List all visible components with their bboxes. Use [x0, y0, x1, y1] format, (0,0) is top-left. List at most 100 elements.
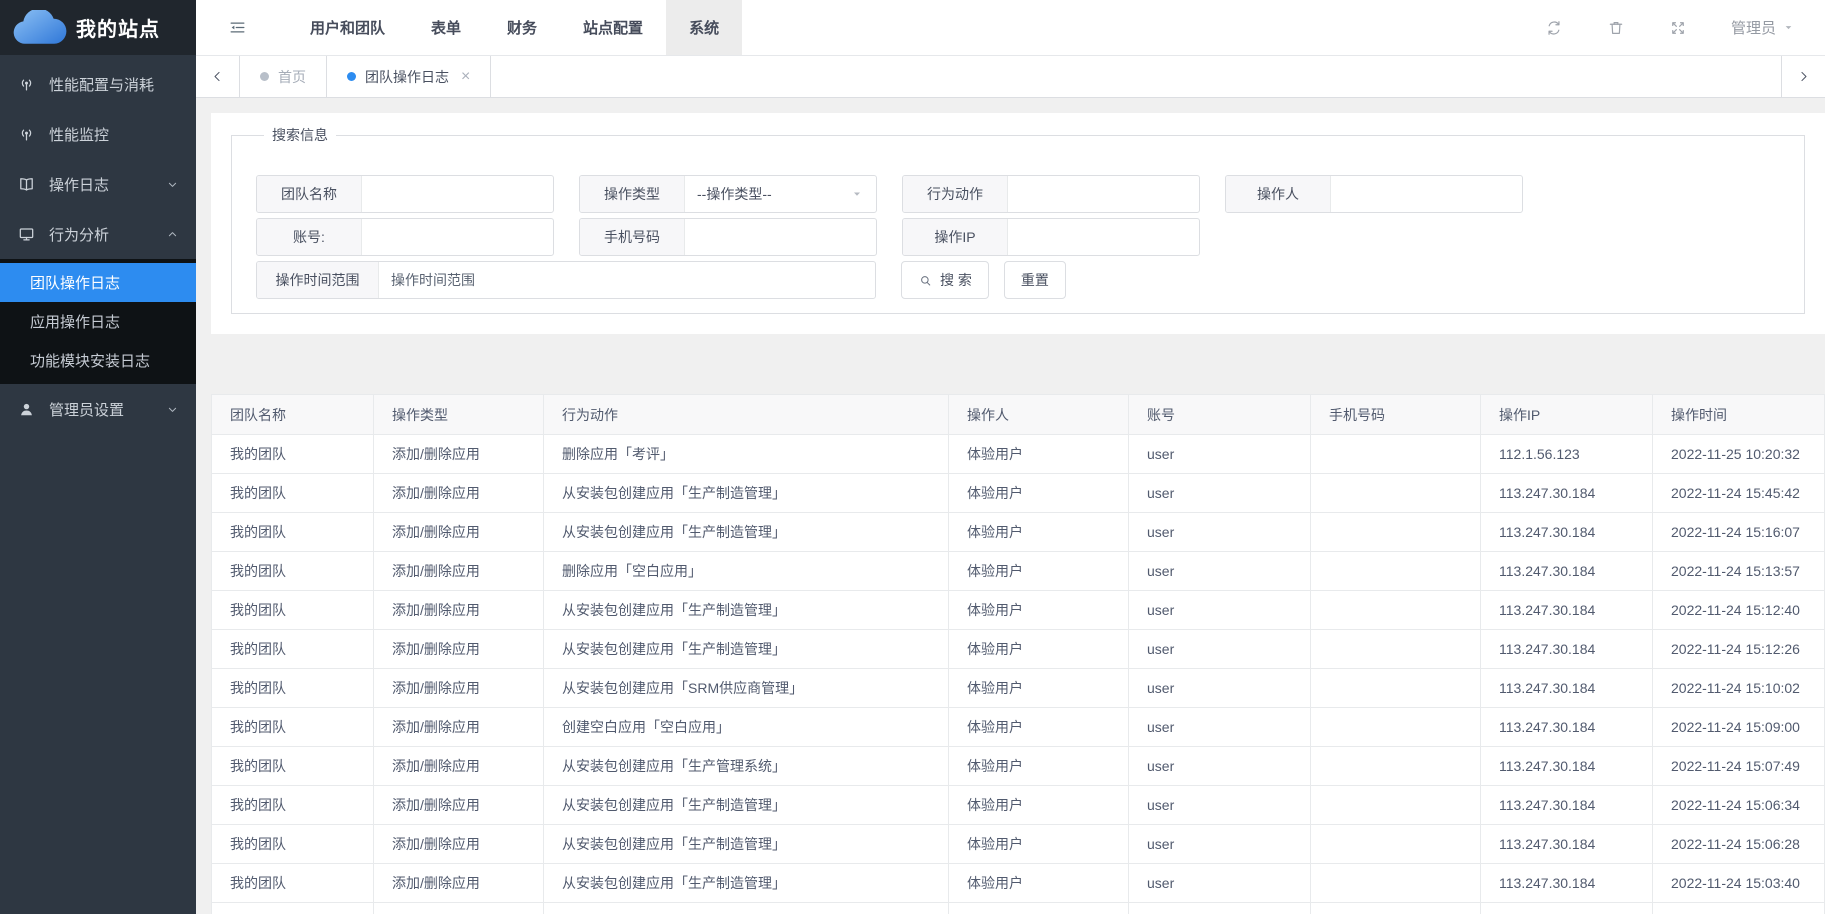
app-window: 我的站点 性能配置与消耗性能监控操作日志行为分析团队操作日志应用操作日志功能模块…	[0, 0, 1825, 914]
team-name-input[interactable]	[362, 176, 553, 212]
search-button-label: 搜 索	[940, 270, 972, 290]
sidebar-item-operation-log[interactable]: 操作日志	[0, 159, 196, 209]
search-icon	[918, 273, 933, 288]
tab-home[interactable]: 首页	[240, 56, 327, 97]
action-input[interactable]	[1008, 176, 1199, 212]
close-icon[interactable]: ×	[461, 69, 470, 85]
topbar-actions: 管理员	[1545, 0, 1795, 55]
account-input[interactable]	[362, 219, 553, 255]
table-cell: 体验用户	[949, 864, 1129, 903]
search-panel: 搜索信息 团队名称操作类型--操作类型--行为动作操作人账号:手机号码操作IP操…	[211, 113, 1825, 334]
table-cell: 从安装包创建应用「生产制造管理」	[544, 630, 949, 669]
phone-input[interactable]	[685, 219, 876, 255]
sidebar-nav: 性能配置与消耗性能监控操作日志行为分析团队操作日志应用操作日志功能模块安装日志管…	[0, 55, 196, 434]
operation-type-select[interactable]: --操作类型--	[685, 176, 876, 212]
team-name-label: 团队名称	[257, 176, 362, 212]
chevron-down-icon	[165, 177, 180, 192]
table-row: 我的团队添加/删除应用从安装包创建应用「生产制造管理」体验用户user113.2…	[212, 630, 1825, 669]
operator-label: 操作人	[1226, 176, 1331, 212]
sidebar-item-behavior-analysis[interactable]: 行为分析	[0, 209, 196, 259]
table-cell: 添加/删除应用	[374, 825, 544, 864]
tabs-scroll-right[interactable]	[1781, 56, 1825, 97]
chevron-left-icon	[210, 69, 225, 84]
topnav-item-forms[interactable]: 表单	[408, 0, 484, 55]
table-cell: 体验用户	[949, 552, 1129, 591]
trash-icon[interactable]	[1607, 19, 1625, 37]
operator-input[interactable]	[1331, 176, 1522, 212]
table-cell: 我的团队	[212, 669, 374, 708]
sidebar-item-label: 性能监控	[49, 124, 109, 145]
table-cell: 113.247.30.184	[1481, 630, 1653, 669]
search-fieldset: 搜索信息 团队名称操作类型--操作类型--行为动作操作人账号:手机号码操作IP操…	[231, 125, 1805, 314]
table-cell: 添加/删除应用	[374, 864, 544, 903]
table-cell: 删除应用「考评」	[544, 435, 949, 474]
sidebar-item-admin-settings[interactable]: 管理员设置	[0, 384, 196, 434]
table-row: 我的团队添加/删除应用从安装包创建应用「生产管理系统」体验用户user113.2…	[212, 747, 1825, 786]
reset-button[interactable]: 重置	[1004, 261, 1066, 299]
menu-fold-icon[interactable]	[228, 18, 247, 37]
refresh-icon[interactable]	[1545, 19, 1563, 37]
topbar: 用户和团队 表单 财务 站点配置 系统 管理员	[196, 0, 1825, 55]
cloud-icon	[10, 10, 68, 46]
topnav-item-users-teams[interactable]: 用户和团队	[287, 0, 408, 55]
topnav-item-label: 表单	[431, 17, 461, 38]
table-cell	[1311, 825, 1481, 864]
table-cell: 体验用户	[949, 591, 1129, 630]
sidebar-item-module-install-log[interactable]: 功能模块安装日志	[0, 341, 196, 380]
time-range-input[interactable]	[379, 262, 875, 298]
table-cell: 113.247.30.184	[1481, 513, 1653, 552]
account-label: 账号:	[257, 219, 362, 255]
table-row: 我的团队添加/删除应用从安装包创建应用「生产制造管理」体验用户user113.2…	[212, 786, 1825, 825]
table-cell: 2022-11-24 15:02:03	[1653, 903, 1825, 914]
tab-team-operation-log[interactable]: 团队操作日志×	[327, 56, 491, 97]
sidebar-item-perf-monitor[interactable]: 性能监控	[0, 109, 196, 159]
fullscreen-icon[interactable]	[1669, 19, 1687, 37]
table-cell	[1311, 903, 1481, 914]
table-cell: 添加/删除应用	[374, 669, 544, 708]
table-cell: 体验用户	[949, 435, 1129, 474]
sidebar-item-team-operation-log[interactable]: 团队操作日志	[0, 263, 196, 302]
table-cell	[1311, 435, 1481, 474]
user-menu[interactable]: 管理员	[1731, 17, 1795, 38]
operation-ip-input[interactable]	[1008, 219, 1199, 255]
account-field-group: 账号:	[256, 218, 554, 256]
operation-type-select-value: --操作类型--	[697, 184, 772, 204]
table-cell: 2022-11-24 15:45:42	[1653, 474, 1825, 513]
topnav-item-label: 站点配置	[583, 17, 643, 38]
broadcast-icon	[17, 125, 36, 144]
column-header: 行为动作	[544, 395, 949, 435]
table-cell: 我的团队	[212, 708, 374, 747]
sidebar-item-label: 性能配置与消耗	[49, 74, 154, 95]
table-cell: 我的团队	[212, 552, 374, 591]
table-cell: 2022-11-24 15:12:40	[1653, 591, 1825, 630]
table-cell: 从安装包创建应用「生产制造管理」	[544, 864, 949, 903]
search-button[interactable]: 搜 索	[901, 261, 989, 299]
table-cell: user	[1129, 630, 1311, 669]
tabs-scroll-left[interactable]	[196, 56, 240, 97]
table-cell	[1311, 786, 1481, 825]
table-cell: user	[1129, 552, 1311, 591]
operation-ip-label: 操作IP	[903, 219, 1008, 255]
topnav-item-site-config[interactable]: 站点配置	[560, 0, 666, 55]
table-cell: 112.1.56.123	[1481, 435, 1653, 474]
topnav-item-system[interactable]: 系统	[666, 0, 742, 55]
table-cell: 添加/删除应用	[374, 435, 544, 474]
table-cell: 从安装包创建应用「生产制造管理」	[544, 825, 949, 864]
table-cell: 添加/删除应用	[374, 903, 544, 914]
chevron-down-icon	[165, 402, 180, 417]
table-cell	[1311, 513, 1481, 552]
team-name-field-group: 团队名称	[256, 175, 554, 213]
sidebar-item-app-operation-log[interactable]: 应用操作日志	[0, 302, 196, 341]
tabbar: 首页团队操作日志×	[196, 55, 1825, 98]
table-cell: 从安装包创建应用「生产制造管理」	[544, 513, 949, 552]
operation-type-label: 操作类型	[580, 176, 685, 212]
table-cell: 2022-11-24 15:09:00	[1653, 708, 1825, 747]
sidebar-item-perf-config[interactable]: 性能配置与消耗	[0, 59, 196, 109]
table-cell: 2022-11-24 15:13:57	[1653, 552, 1825, 591]
table-cell	[1311, 552, 1481, 591]
table-cell: 2022-11-24 15:10:02	[1653, 669, 1825, 708]
topnav-item-finance[interactable]: 财务	[484, 0, 560, 55]
table-cell: user	[1129, 864, 1311, 903]
table-cell: 113.247.30.184	[1481, 903, 1653, 914]
table-cell: 2022-11-24 15:16:07	[1653, 513, 1825, 552]
